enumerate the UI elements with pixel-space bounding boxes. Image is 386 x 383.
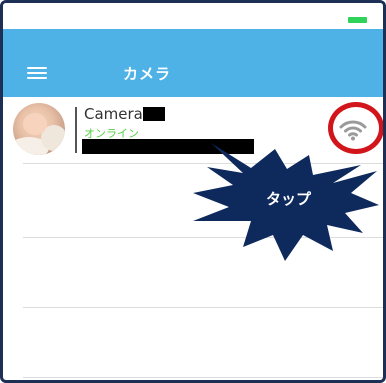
menu-icon-bar	[27, 67, 47, 69]
phone-frame: カメラ Camera オンライン タップ	[0, 0, 386, 383]
menu-icon-bar	[27, 77, 47, 79]
page-title: カメラ	[123, 65, 172, 83]
app-header: カメラ	[3, 29, 383, 97]
battery-icon	[348, 17, 367, 23]
list-separator	[23, 377, 383, 378]
status-bar	[3, 3, 383, 29]
camera-thumbnail	[13, 103, 65, 155]
tap-callout-label: タップ	[266, 190, 312, 208]
redaction-mask	[143, 107, 165, 121]
row-divider	[75, 107, 77, 153]
camera-name: Camera	[84, 105, 143, 123]
list-separator	[23, 307, 383, 308]
menu-icon-bar	[27, 72, 47, 74]
thumbnail-baby	[23, 113, 47, 135]
menu-icon[interactable]	[27, 67, 47, 80]
